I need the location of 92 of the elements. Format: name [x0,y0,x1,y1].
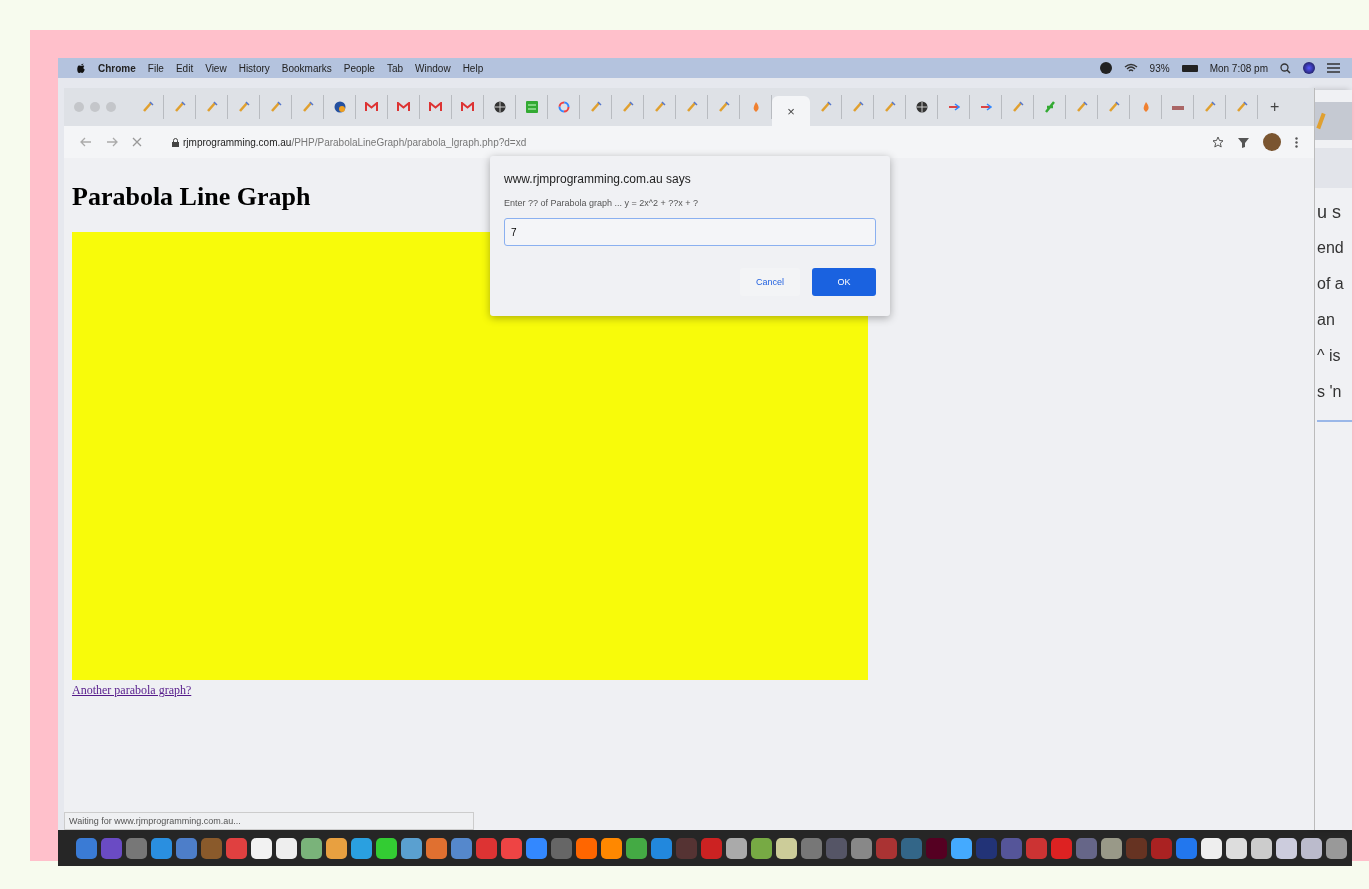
pencil-icon [819,101,832,113]
ok-button[interactable]: OK [812,268,876,296]
status-icon[interactable] [1099,62,1112,74]
app-icon[interactable] [1301,837,1322,859]
app-icon[interactable] [251,837,272,859]
pencil-icon [589,101,602,113]
mail-icon [461,102,474,112]
app-icon[interactable] [1276,837,1297,859]
pencil-icon [141,101,154,113]
forward-icon[interactable] [106,137,118,147]
app-icon[interactable] [301,837,322,859]
text-fragment: s 'n [1317,382,1343,402]
list-icon[interactable] [1327,63,1340,73]
apple-icon[interactable] [76,62,86,74]
menu-item[interactable]: Edit [175,62,194,74]
text-fragment: end [1317,238,1345,258]
app-icon[interactable] [376,837,397,859]
pencil-icon [269,101,282,113]
app-icon[interactable] [276,837,297,859]
pencil-icon [1107,101,1120,113]
wifi-icon[interactable] [1123,63,1138,73]
menu-item[interactable]: View [205,62,227,74]
toolbar [1315,148,1352,188]
arrow-icon [947,103,960,111]
dialog-title: www.rjmprogramming.com.au says [504,172,692,186]
stop-icon[interactable] [132,137,142,147]
address-bar[interactable]: rjmprogramming.com.au/PHP/ParabolaLineGraph/parabola_lgraph.php?d=xd [183,136,527,148]
pencil-icon [1235,101,1248,113]
more-icon[interactable] [1295,136,1298,148]
mail-icon [397,102,410,112]
status-bubble: Waiting for www.rjmprogramming.com.au... [64,812,474,830]
arrow-icon [979,103,992,111]
circle-icon [557,101,570,113]
browser-tab[interactable]: × [772,96,810,126]
mail-icon [429,102,442,112]
pencil-icon [173,101,186,113]
pencil-icon [237,101,250,113]
funnel-icon[interactable] [1238,136,1249,148]
star-icon[interactable] [1212,136,1224,148]
pencil-icon [1203,101,1216,113]
app-icon[interactable] [1226,837,1247,859]
menu-item[interactable]: File [147,62,164,74]
lock-icon [172,137,179,147]
app-icon[interactable] [1251,837,1272,859]
menu-item[interactable]: People [343,62,375,74]
menu-item[interactable]: Bookmarks [281,62,332,74]
battery-percent: 93% [1149,62,1170,74]
text-fragment: u s [1317,201,1342,224]
search-icon[interactable] [1280,62,1291,74]
app-icon[interactable] [326,837,347,859]
menu-item[interactable]: Tab [386,62,404,74]
app-icon[interactable] [1201,837,1222,859]
bar-icon [1171,103,1184,111]
app-icon[interactable] [776,837,797,859]
siri-icon[interactable] [1303,62,1315,74]
menu-item[interactable]: Help [462,62,484,74]
menu-item[interactable]: Chrome [98,62,136,74]
pencil-icon [1316,112,1326,130]
app-icon[interactable] [601,837,622,859]
text-fragment: an [1317,310,1336,330]
text-fragment: of a [1317,274,1345,294]
back-icon[interactable] [80,137,92,147]
new-tab-button[interactable]: + [1270,98,1280,116]
circle-icon [333,101,346,113]
input-field[interactable]: 7 [504,218,876,246]
app-icon[interactable] [726,837,747,859]
pencil-icon [301,101,314,113]
leaf-icon [1043,101,1056,113]
text-fragment: ^ is [1317,346,1342,366]
page-heading: Parabola Line Graph [72,182,311,212]
mail-icon [365,102,378,112]
pencil-icon [717,101,730,113]
pencil-icon [1011,101,1024,113]
pencil-icon [621,101,634,113]
pencil-icon [653,101,666,113]
menu-item[interactable]: Window [415,62,451,74]
pencil-icon [1075,101,1088,113]
globe-icon [915,101,928,113]
battery-icon[interactable] [1181,64,1198,72]
avatar-icon[interactable] [1263,133,1281,151]
another-graph-link[interactable]: Another parabola graph? [72,683,192,698]
globe-icon [493,101,506,113]
sheet-icon [525,101,538,113]
pencil-icon [883,101,896,113]
pencil-icon [205,101,218,113]
menu-item[interactable]: History [238,62,270,74]
dialog-message: Enter ?? of Parabola graph ... y = 2x^2 + ??x + ? [504,198,700,208]
menu-clock[interactable]: Mon 7:08 pm [1209,62,1268,74]
app-icon[interactable] [951,837,972,859]
pencil-icon [851,101,864,113]
pencil-icon [685,101,698,113]
app-icon[interactable] [751,837,772,859]
